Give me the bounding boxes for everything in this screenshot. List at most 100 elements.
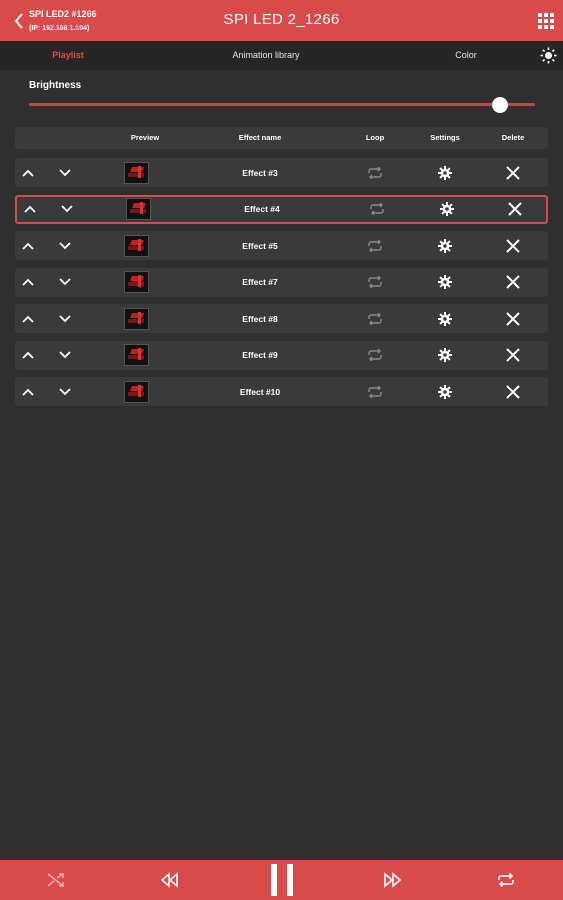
gear-icon bbox=[438, 348, 452, 362]
move-up-button[interactable] bbox=[17, 377, 39, 406]
move-down-button[interactable] bbox=[56, 197, 78, 222]
loop-toggle[interactable] bbox=[365, 341, 385, 370]
table-row[interactable]: Effect #8 bbox=[15, 304, 548, 333]
move-up-button[interactable] bbox=[19, 197, 41, 222]
move-up-button[interactable] bbox=[17, 158, 39, 187]
delete-button[interactable] bbox=[503, 268, 523, 297]
tab-animation-library[interactable]: Animation library bbox=[232, 50, 299, 60]
preview-thumbnail bbox=[124, 271, 149, 293]
effect-name: Effect #3 bbox=[242, 167, 278, 178]
chevron-down-icon bbox=[59, 241, 71, 249]
settings-button[interactable] bbox=[435, 341, 455, 370]
gear-icon bbox=[438, 384, 452, 399]
chevron-down-icon bbox=[59, 314, 71, 322]
settings-button[interactable] bbox=[437, 197, 457, 222]
loop-toggle[interactable] bbox=[367, 197, 387, 222]
repeat-icon bbox=[368, 385, 382, 398]
loop-toggle[interactable] bbox=[365, 231, 385, 260]
delete-button[interactable] bbox=[503, 341, 523, 370]
shuffle-button[interactable] bbox=[44, 860, 68, 900]
close-icon bbox=[506, 238, 520, 253]
move-up-button[interactable] bbox=[17, 341, 39, 370]
chevron-up-icon bbox=[22, 242, 34, 250]
header-preview: Preview bbox=[130, 133, 160, 142]
table-row[interactable]: Effect #4 bbox=[15, 194, 548, 224]
gear-icon bbox=[440, 202, 454, 216]
repeat-button[interactable] bbox=[494, 860, 518, 900]
brightness-slider-track[interactable] bbox=[29, 103, 535, 106]
move-down-button[interactable] bbox=[54, 377, 76, 406]
delete-button[interactable] bbox=[503, 377, 523, 406]
move-up-button[interactable] bbox=[17, 304, 39, 333]
brightness-label: Brightness bbox=[29, 80, 82, 91]
preview-thumbnail bbox=[126, 198, 151, 220]
delete-button[interactable] bbox=[503, 158, 523, 187]
close-icon bbox=[506, 165, 520, 180]
brightness-slider-thumb[interactable] bbox=[491, 97, 508, 113]
settings-button[interactable] bbox=[435, 158, 455, 187]
top-bar: SPI LED2 #1266 (IP: 192.168.1.104) SPI L… bbox=[0, 0, 563, 41]
move-up-button[interactable] bbox=[17, 268, 39, 297]
next-button[interactable] bbox=[380, 860, 406, 900]
settings-button[interactable] bbox=[435, 231, 455, 260]
repeat-icon bbox=[370, 203, 384, 215]
rewind-icon bbox=[160, 872, 178, 888]
effect-preview bbox=[124, 268, 149, 297]
preview-thumbnail bbox=[124, 344, 149, 366]
chevron-up-icon bbox=[22, 315, 34, 323]
move-down-button[interactable] bbox=[54, 268, 76, 297]
table-row[interactable]: Effect #3 bbox=[15, 158, 548, 187]
preview-thumbnail bbox=[124, 234, 149, 257]
settings-button[interactable] bbox=[435, 377, 455, 406]
menu-button[interactable] bbox=[535, 10, 557, 32]
settings-button[interactable] bbox=[435, 304, 455, 333]
delete-button[interactable] bbox=[503, 231, 523, 260]
pause-button[interactable] bbox=[266, 860, 298, 900]
loop-toggle[interactable] bbox=[365, 268, 385, 297]
move-down-button[interactable] bbox=[54, 231, 76, 260]
repeat-icon bbox=[368, 166, 382, 179]
sun-icon bbox=[540, 47, 557, 64]
chevron-down-icon bbox=[59, 168, 71, 176]
effect-name: Effect #9 bbox=[242, 350, 278, 360]
loop-toggle[interactable] bbox=[365, 304, 385, 333]
theme-toggle[interactable] bbox=[540, 47, 557, 64]
effect-preview bbox=[124, 304, 149, 333]
previous-button[interactable] bbox=[156, 860, 182, 900]
table-row[interactable]: Effect #10 bbox=[15, 377, 548, 406]
table-row[interactable]: Effect #7 bbox=[15, 267, 548, 297]
delete-button[interactable] bbox=[505, 197, 525, 222]
close-icon bbox=[506, 311, 520, 326]
header-loop: Loop bbox=[365, 133, 385, 142]
player-controls bbox=[0, 860, 563, 900]
move-up-button[interactable] bbox=[17, 231, 39, 260]
delete-button[interactable] bbox=[503, 304, 523, 333]
tab-color[interactable]: Color bbox=[455, 50, 477, 60]
effect-preview bbox=[124, 231, 149, 260]
playlist-table-header: Preview Effect name Loop Settings Delete bbox=[15, 127, 548, 149]
table-row[interactable]: Effect #5 bbox=[15, 231, 548, 260]
effect-name: Effect #10 bbox=[239, 386, 281, 397]
fast-forward-icon bbox=[384, 872, 402, 888]
preview-thumbnail bbox=[124, 161, 149, 184]
preview-thumbnail bbox=[124, 380, 149, 403]
move-down-button[interactable] bbox=[54, 341, 76, 370]
pause-icon bbox=[271, 864, 293, 896]
move-down-button[interactable] bbox=[54, 158, 76, 187]
effect-name: Effect #5 bbox=[242, 240, 278, 251]
tab-bar: Playlist Animation library Color bbox=[0, 41, 563, 70]
repeat-icon bbox=[498, 873, 514, 887]
close-icon bbox=[508, 202, 522, 216]
chevron-up-icon bbox=[22, 278, 34, 286]
loop-toggle[interactable] bbox=[365, 377, 385, 406]
settings-button[interactable] bbox=[435, 268, 455, 297]
chevron-up-icon bbox=[22, 169, 34, 177]
chevron-down-icon bbox=[59, 351, 71, 359]
loop-toggle[interactable] bbox=[365, 158, 385, 187]
header-delete: Delete bbox=[501, 133, 525, 142]
effect-preview bbox=[124, 377, 149, 406]
table-row[interactable]: Effect #9 bbox=[15, 340, 548, 370]
tab-playlist[interactable]: Playlist bbox=[52, 50, 84, 60]
move-down-button[interactable] bbox=[54, 304, 76, 333]
effect-name: Effect #4 bbox=[244, 204, 280, 214]
